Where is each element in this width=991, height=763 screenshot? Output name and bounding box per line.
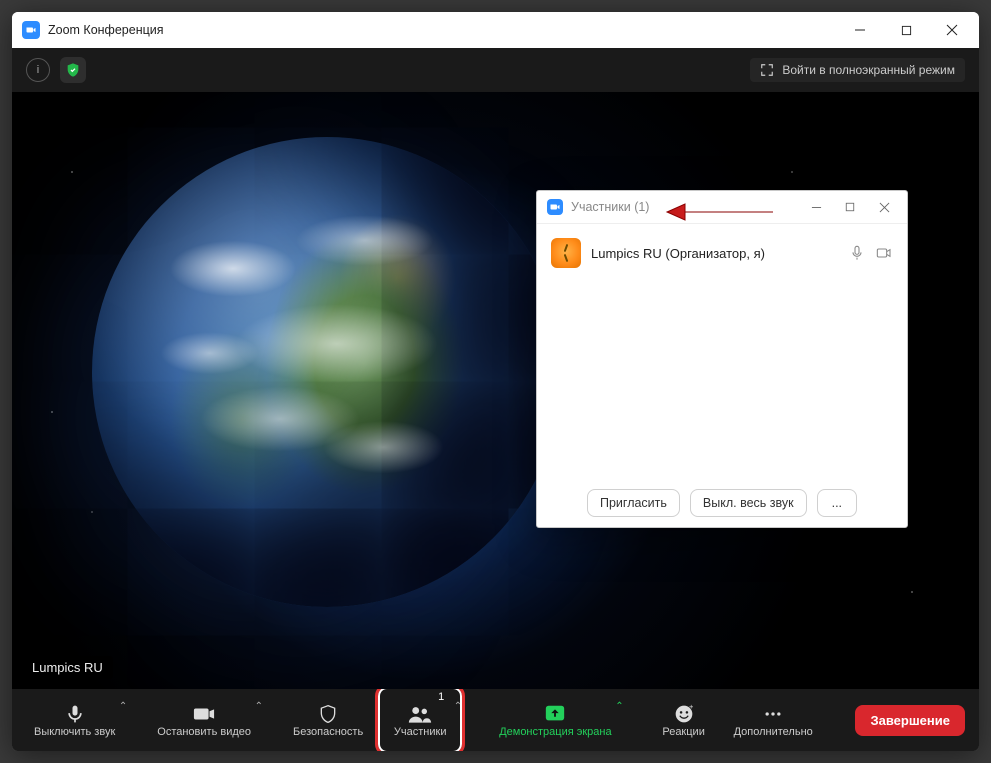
share-options-caret[interactable]: ⌃ (611, 697, 627, 716)
participant-row[interactable]: Lumpics RU (Организатор, я) (547, 232, 897, 274)
participants-minimize-button[interactable] (799, 193, 833, 221)
reactions-button[interactable]: + Реакции (646, 689, 722, 751)
end-meeting-button[interactable]: Завершение (855, 705, 965, 736)
participants-close-button[interactable] (867, 193, 901, 221)
window-close-button[interactable] (929, 12, 975, 48)
participant-name: Lumpics RU (Организатор, я) (591, 246, 839, 261)
zoom-logo-icon (22, 21, 40, 39)
window-title: Zoom Конференция (48, 23, 164, 37)
zoom-logo-icon (547, 199, 563, 215)
participants-footer: Пригласить Выкл. весь звук ... (537, 479, 907, 527)
title-bar: Zoom Конференция (12, 12, 979, 48)
participants-maximize-button[interactable] (833, 193, 867, 221)
mute-all-button[interactable]: Выкл. весь звук (690, 489, 807, 517)
people-icon (408, 702, 432, 726)
share-screen-icon (544, 702, 566, 726)
participants-list: Lumpics RU (Организатор, я) (537, 224, 907, 479)
fullscreen-label: Войти в полноэкранный режим (782, 63, 955, 77)
video-icon (193, 702, 215, 726)
security-button[interactable]: Безопасность (285, 689, 371, 751)
invite-button[interactable]: Пригласить (587, 489, 680, 517)
background-earth (92, 137, 562, 607)
shield-icon (318, 702, 338, 726)
meeting-toolbar: Выключить звук ⌃ Остановить видео ⌃ (12, 689, 979, 751)
video-options-caret[interactable]: ⌃ (251, 697, 267, 716)
fullscreen-icon (760, 63, 774, 77)
ellipsis-icon (762, 702, 784, 726)
more-button[interactable]: Дополнительно (726, 689, 821, 751)
enter-fullscreen-button[interactable]: Войти в полноэкранный режим (750, 58, 965, 82)
annotation-highlight: 1 Участники ⌃ (375, 684, 465, 751)
participants-options-caret[interactable]: ⌃ (450, 697, 466, 716)
participants-window-title: Участники (1) (571, 200, 649, 214)
meeting-top-bar: i Войти в полноэкранный режим (12, 48, 979, 92)
microphone-icon (849, 245, 865, 261)
mute-options-caret[interactable]: ⌃ (115, 697, 131, 716)
svg-text:+: + (689, 704, 694, 711)
participants-window: Участники (1) Lumpics RU (Организатор, я… (536, 190, 908, 528)
participants-button[interactable]: 1 Участники ⌃ (382, 689, 458, 751)
participant-avatar (551, 238, 581, 268)
smile-icon: + (674, 702, 694, 726)
speaker-name-tag: Lumpics RU (22, 656, 113, 679)
participants-count: 1 (438, 691, 444, 703)
window-maximize-button[interactable] (883, 12, 929, 48)
video-icon (875, 245, 893, 261)
participants-more-button[interactable]: ... (817, 489, 857, 517)
window-minimize-button[interactable] (837, 12, 883, 48)
app-window: Zoom Конференция i (12, 12, 979, 751)
mute-button[interactable]: Выключить звук ⌃ (26, 689, 123, 751)
meeting-info-button[interactable]: i (26, 58, 50, 82)
stop-video-button[interactable]: Остановить видео ⌃ (149, 689, 259, 751)
share-screen-button[interactable]: Демонстрация экрана ⌃ (491, 689, 619, 751)
microphone-icon (65, 702, 85, 726)
participants-window-titlebar: Участники (1) (537, 191, 907, 224)
encryption-shield-icon[interactable] (60, 57, 86, 83)
